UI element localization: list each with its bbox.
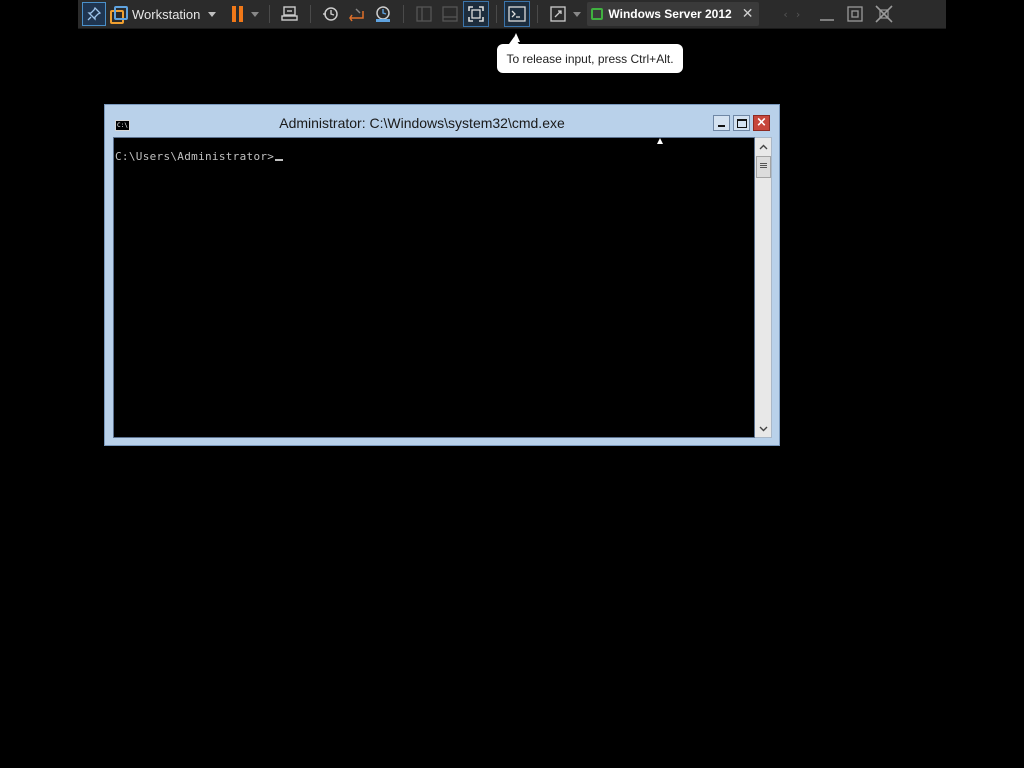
cmd-titlebar[interactable]: C:\ Administrator: C:\Windows\system32\c… [105, 105, 779, 137]
close-icon: × [756, 115, 767, 130]
tooltip-text: To release input, press Ctrl+Alt. [506, 51, 674, 66]
guest-mouse-pointer-icon [657, 138, 663, 144]
revert-snapshot-button[interactable] [344, 1, 370, 27]
scroll-down-button[interactable] [755, 420, 771, 437]
minimize-button[interactable] [818, 0, 836, 29]
thumbnail-bar-button[interactable] [437, 1, 463, 27]
cmd-window[interactable]: C:\ Administrator: C:\Windows\system32\c… [104, 104, 780, 446]
vertical-scrollbar[interactable] [755, 137, 772, 438]
scrollbar-thumb[interactable] [756, 156, 771, 178]
maximize-button[interactable] [733, 115, 750, 131]
toolbar-divider [269, 5, 271, 23]
stretch-options-dropdown[interactable] [571, 0, 583, 29]
stretch-guest-button[interactable] [545, 1, 571, 27]
release-input-tooltip: To release input, press Ctrl+Alt. [497, 37, 683, 73]
vmware-fullscreen-toolbar: Workstation Windows Server 2012 ✕ ‹› [78, 0, 946, 29]
send-ctrl-alt-del-button[interactable] [277, 1, 303, 27]
stretch-icon [550, 6, 567, 22]
vm-menu-label: Workstation [132, 6, 201, 22]
show-library-button[interactable] [411, 1, 437, 27]
exit-full-screen-button[interactable] [874, 0, 894, 29]
send-ctrl-alt-del-icon [281, 6, 299, 21]
command-line: C:\Users\Administrator> [115, 150, 284, 163]
console-view-icon [508, 6, 527, 22]
pin-icon[interactable] [82, 2, 106, 26]
toolbar-divider [496, 5, 498, 23]
window-title: Administrator: C:\Windows\system32\cmd.e… [279, 115, 565, 131]
vm-running-icon [591, 8, 604, 20]
thumbnail-bar-icon [442, 6, 459, 22]
take-snapshot-button[interactable] [318, 1, 344, 27]
pause-button[interactable] [228, 0, 248, 29]
tooltip-arrow [509, 37, 519, 44]
console-area[interactable]: C:\Users\Administrator> [113, 137, 755, 438]
vm-library-icon [110, 6, 128, 24]
chevron-down-icon [208, 11, 217, 17]
snapshot-icon [323, 7, 339, 21]
full-screen-button[interactable] [463, 1, 490, 27]
vm-menu-button[interactable]: Workstation [110, 0, 217, 29]
command-prompt: C:\Users\Administrator> [115, 150, 275, 163]
toolbar-divider [310, 5, 312, 23]
restore-icon [847, 6, 863, 22]
close-icon [875, 5, 893, 23]
full-screen-icon [468, 6, 485, 22]
snapshot-manager-button[interactable] [370, 1, 396, 27]
pause-icon [231, 6, 245, 22]
chevron-down-icon [573, 11, 582, 17]
minimize-button[interactable] [713, 115, 730, 131]
chevron-down-icon [759, 426, 767, 431]
scroll-up-button[interactable] [755, 138, 771, 155]
tab-scroll-arrows[interactable]: ‹› [783, 8, 808, 21]
chevron-up-icon [759, 144, 767, 149]
vm-tab-label: Windows Server 2012 [608, 7, 732, 21]
toolbar-divider [537, 5, 539, 23]
restore-button[interactable] [846, 0, 864, 29]
toolbar-divider [403, 5, 405, 23]
console-view-button[interactable] [504, 1, 531, 27]
snapshot-manager-icon [376, 6, 391, 22]
vm-tab[interactable]: Windows Server 2012 ✕ [587, 2, 760, 26]
chevron-down-icon [251, 11, 260, 17]
power-options-dropdown[interactable] [248, 0, 262, 29]
close-button[interactable]: × [753, 115, 770, 131]
minimize-icon [820, 19, 835, 21]
revert-snapshot-icon [349, 8, 365, 22]
library-panel-icon [416, 6, 433, 22]
text-cursor [275, 159, 284, 161]
close-icon[interactable]: ✕ [742, 6, 754, 22]
